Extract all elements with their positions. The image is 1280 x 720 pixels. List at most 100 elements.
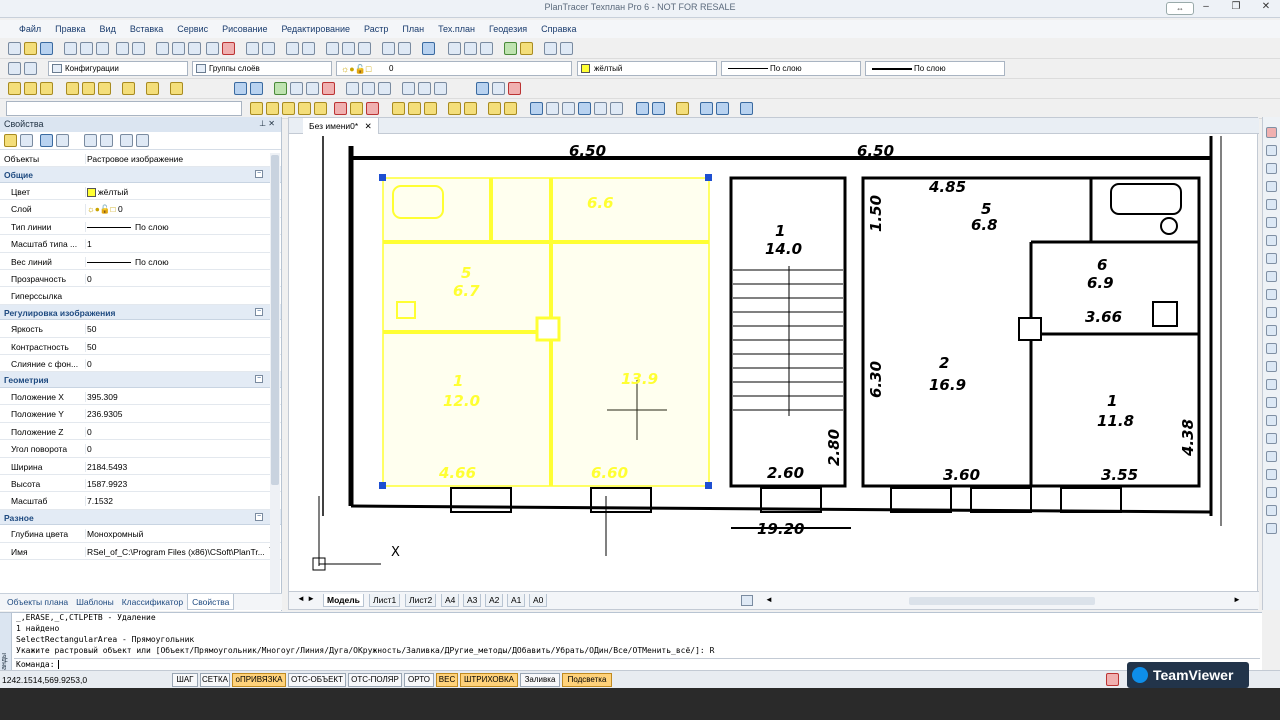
tp-tool5-icon[interactable] — [82, 82, 95, 95]
dr-tool10-icon[interactable] — [408, 102, 421, 115]
lineweight-combo[interactable]: По слою — [865, 61, 1005, 76]
zoom-window-icon[interactable] — [326, 42, 339, 55]
scroll-thumb[interactable] — [271, 155, 279, 485]
offset-icon[interactable] — [1266, 235, 1277, 246]
collapse-icon[interactable]: − — [255, 512, 263, 521]
new-file-icon[interactable] — [8, 42, 21, 55]
prop-value[interactable]: 395.309 — [85, 392, 265, 403]
sheet-set-icon[interactable] — [544, 42, 557, 55]
prop-value[interactable]: 0 — [85, 273, 265, 284]
distance-icon[interactable] — [382, 42, 395, 55]
dr-tool18-icon[interactable] — [562, 102, 575, 115]
tab-a4[interactable]: A4 — [441, 594, 460, 607]
prop-value[interactable]: 1 — [85, 239, 265, 250]
dr-tool11-icon[interactable] — [424, 102, 437, 115]
menu-geodesy[interactable]: Геодезия — [482, 24, 534, 34]
fillet-icon[interactable] — [1266, 379, 1277, 390]
prop-value[interactable]: 2184.5493 — [85, 461, 265, 472]
prop-value[interactable]: 50 — [85, 324, 265, 335]
tab-nav-arrows-icon[interactable]: ◄ ► — [297, 594, 315, 603]
tab-sheet2[interactable]: Лист2 — [405, 594, 437, 607]
tp-tool1-icon[interactable] — [8, 82, 21, 95]
prop-row-hyperlink[interactable]: Гиперссылка — [0, 287, 281, 305]
collapse-icon[interactable]: − — [255, 375, 263, 384]
extend-icon[interactable] — [1266, 307, 1277, 318]
copy-icon[interactable] — [172, 42, 185, 55]
undo-icon[interactable] — [246, 42, 259, 55]
array-icon[interactable] — [1266, 253, 1277, 264]
tab-a2[interactable]: A2 — [485, 594, 504, 607]
paste-icon[interactable] — [188, 42, 201, 55]
tp-tool18-icon[interactable] — [378, 82, 391, 95]
menu-modify[interactable]: Редактирование — [274, 24, 357, 34]
tp-tool9-icon[interactable] — [170, 82, 183, 95]
prop-tool8-icon[interactable] — [136, 134, 149, 147]
menu-view[interactable]: Вид — [93, 24, 123, 34]
move-icon[interactable] — [1266, 145, 1277, 156]
dr-tool2-icon[interactable] — [266, 102, 279, 115]
prop-row-color-depth[interactable]: Глубина цвета Монохромный — [0, 525, 281, 543]
hscroll-right-arrow[interactable]: ► — [1233, 595, 1241, 604]
tp-tool17-icon[interactable] — [362, 82, 375, 95]
properties-icon[interactable] — [448, 42, 461, 55]
layer-groups-combo[interactable]: Группы слоёв — [192, 61, 332, 76]
layer-combo[interactable]: ☼●🔓□ 0 — [336, 61, 572, 76]
tp-move-icon[interactable] — [476, 82, 489, 95]
prop-value[interactable]: По слою — [85, 256, 265, 267]
preview-icon[interactable] — [80, 42, 93, 55]
dr-tool26-icon[interactable] — [716, 102, 729, 115]
floor-plan-drawing[interactable]: X 6.50 6.50 4.85 1 14.0 5 6.8 6 6.9 3.66… — [291, 136, 1257, 588]
layer-config-icon[interactable] — [24, 62, 37, 75]
rotate-icon[interactable] — [1266, 199, 1277, 210]
menu-draw[interactable]: Рисование — [215, 24, 274, 34]
prop-row-lineweight[interactable]: Вес линий По слою — [0, 253, 281, 270]
print-icon[interactable] — [64, 42, 77, 55]
tp-tool13-icon[interactable] — [290, 82, 303, 95]
menu-plan[interactable]: План — [395, 24, 431, 34]
tp-tool7-icon[interactable] — [122, 82, 135, 95]
dr-tool19-icon[interactable] — [578, 102, 591, 115]
tp-tool3-icon[interactable] — [40, 82, 53, 95]
menu-techplan[interactable]: Тех.план — [431, 24, 482, 34]
menu-service[interactable]: Сервис — [170, 24, 215, 34]
ortho-toggle[interactable]: ОРТО — [404, 673, 434, 687]
tab-model[interactable]: Модель — [323, 594, 364, 607]
dr-tool1-icon[interactable] — [250, 102, 263, 115]
grid-toggle[interactable]: СЕТКА — [200, 673, 230, 687]
tp-tool20-icon[interactable] — [418, 82, 431, 95]
prop-row-linetype[interactable]: Тип линии По слою — [0, 218, 281, 236]
prop-value[interactable]: 1587.9923 — [85, 479, 265, 490]
tp-tool19-icon[interactable] — [402, 82, 415, 95]
scale-icon[interactable] — [1266, 181, 1277, 192]
prop-tool7-icon[interactable] — [120, 134, 133, 147]
drawing-canvas[interactable]: X 6.50 6.50 4.85 1 14.0 5 6.8 6 6.9 3.66… — [291, 136, 1257, 588]
tab-a0[interactable]: A0 — [529, 594, 548, 607]
redo-icon[interactable] — [262, 42, 275, 55]
grip-bottom-right[interactable] — [705, 482, 712, 489]
erase-icon[interactable] — [1266, 127, 1277, 138]
restore-pill-button[interactable]: ⇔ — [1166, 2, 1194, 15]
dr-tool16-icon[interactable] — [530, 102, 543, 115]
dr-tool5-icon[interactable] — [314, 102, 327, 115]
command-input[interactable]: Команда: — [14, 658, 1260, 670]
prop-value[interactable]: Монохромный — [85, 529, 265, 540]
osnap-toggle[interactable]: оПРИВЯЗКА — [232, 673, 286, 687]
divide-icon[interactable] — [1266, 505, 1277, 516]
tp-rotate-icon[interactable] — [492, 82, 505, 95]
properties-scrollbar[interactable] — [270, 153, 280, 593]
dr-tool21-icon[interactable] — [610, 102, 623, 115]
maximize-icon[interactable]: ❐ — [1228, 1, 1244, 12]
tp-tool10-icon[interactable] — [234, 82, 247, 95]
explode-icon[interactable] — [1266, 397, 1277, 408]
prop-row-height[interactable]: Высота 1587.9923 — [0, 475, 281, 493]
export-icon[interactable] — [132, 42, 145, 55]
dr-tool6-icon[interactable] — [334, 102, 347, 115]
prop-row-rotation[interactable]: Угол поворота 0 — [0, 440, 281, 458]
zoom-previous-icon[interactable] — [358, 42, 371, 55]
stretch-icon[interactable] — [1266, 271, 1277, 282]
trim-icon[interactable] — [1266, 289, 1277, 300]
prop-value[interactable]: 236.9305 — [85, 409, 265, 420]
tp-paint-icon[interactable] — [508, 82, 521, 95]
lineweight-toggle[interactable]: ВЕС — [436, 673, 458, 687]
tab-a3[interactable]: A3 — [463, 594, 482, 607]
